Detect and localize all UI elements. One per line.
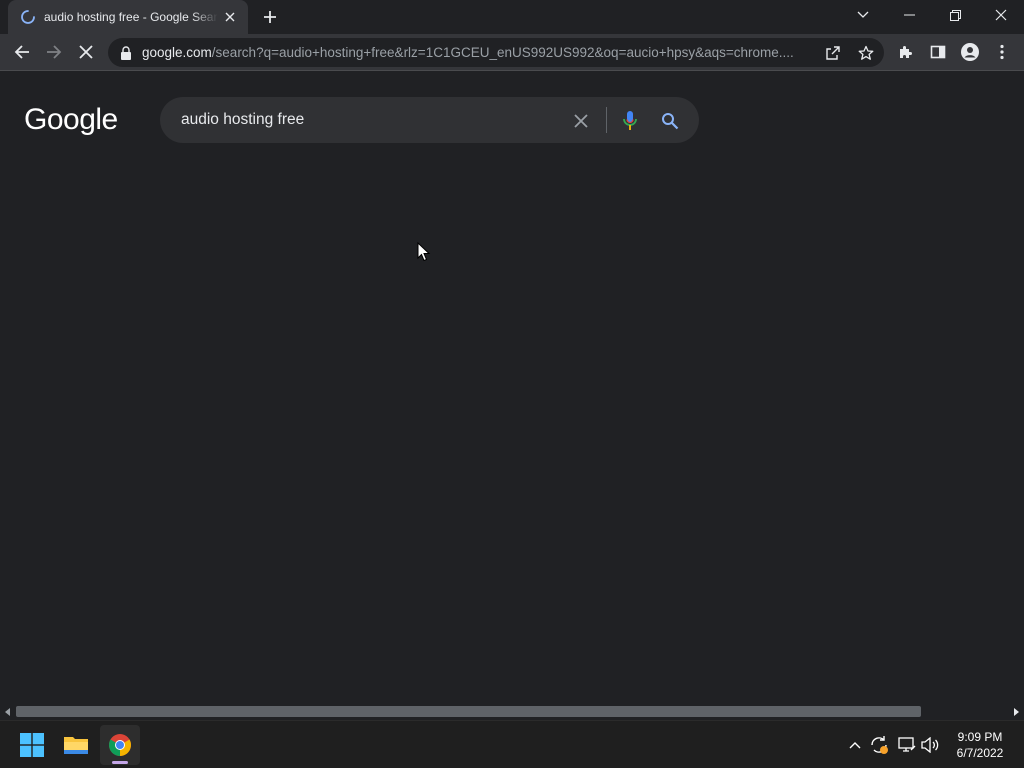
share-icon[interactable] <box>824 44 842 62</box>
active-app-indicator <box>112 761 128 764</box>
windows-start-icon[interactable] <box>12 725 52 765</box>
stop-loading-icon[interactable] <box>71 37 101 67</box>
forward-arrow-icon[interactable] <box>39 37 69 67</box>
side-panel-icon[interactable] <box>923 37 953 67</box>
lock-icon[interactable] <box>120 45 132 60</box>
windows-taskbar: 9:09 PM 6/7/2022 <box>0 720 1024 768</box>
scroll-right-arrow-icon[interactable] <box>1011 706 1021 717</box>
restore-icon[interactable] <box>932 0 978 30</box>
clear-search-icon[interactable] <box>570 110 592 132</box>
close-window-icon[interactable] <box>978 0 1024 30</box>
clock-date: 6/7/2022 <box>956 746 1004 760</box>
search-box[interactable]: audio hosting free <box>160 97 699 143</box>
loading-spinner-icon <box>20 9 36 25</box>
tab-title: audio hosting free - Google Search <box>44 10 218 24</box>
bookmark-star-icon[interactable] <box>857 44 875 62</box>
search-icon[interactable] <box>659 110 681 132</box>
scrollbar-thumb[interactable] <box>16 706 921 717</box>
network-icon[interactable] <box>897 735 917 755</box>
new-tab-icon[interactable] <box>258 5 282 29</box>
google-logo[interactable]: Google <box>24 103 118 137</box>
tab-close-icon[interactable] <box>222 9 238 25</box>
extensions-puzzle-icon[interactable] <box>891 37 921 67</box>
url-host: google.com <box>142 45 212 60</box>
voice-search-mic-icon[interactable] <box>619 110 641 132</box>
volume-icon[interactable] <box>921 735 941 755</box>
page-content: Google audio hosting free <box>0 71 1024 703</box>
tab-search-icon[interactable] <box>840 0 886 30</box>
mouse-cursor-icon <box>417 242 431 262</box>
scroll-left-arrow-icon[interactable] <box>3 706 13 717</box>
chrome-taskbar-icon[interactable] <box>100 725 140 765</box>
back-arrow-icon[interactable] <box>7 37 37 67</box>
profile-avatar-icon[interactable] <box>955 37 985 67</box>
horizontal-scrollbar[interactable] <box>0 703 1024 720</box>
browser-tab[interactable]: audio hosting free - Google Search <box>8 0 248 34</box>
url-text: google.com/search?q=audio+hosting+free&r… <box>142 45 818 60</box>
taskbar-clock[interactable]: 9:09 PM 6/7/2022 <box>944 729 1016 761</box>
browser-titlebar: audio hosting free - Google Search <box>0 0 1024 34</box>
address-bar[interactable]: google.com/search?q=audio+hosting+free&r… <box>108 38 884 67</box>
search-box-divider <box>606 107 607 133</box>
url-path: /search?q=audio+hosting+free&rlz=1C1GCEU… <box>211 45 794 60</box>
browser-menu-icon[interactable] <box>987 37 1017 67</box>
tray-overflow-chevron-icon[interactable] <box>845 735 865 755</box>
update-sync-icon[interactable] <box>869 735 889 755</box>
browser-toolbar: google.com/search?q=audio+hosting+free&r… <box>0 34 1024 71</box>
file-explorer-icon[interactable] <box>56 725 96 765</box>
clock-time: 9:09 PM <box>957 730 1003 744</box>
minimize-icon[interactable] <box>886 0 932 30</box>
search-input[interactable]: audio hosting free <box>181 111 304 129</box>
